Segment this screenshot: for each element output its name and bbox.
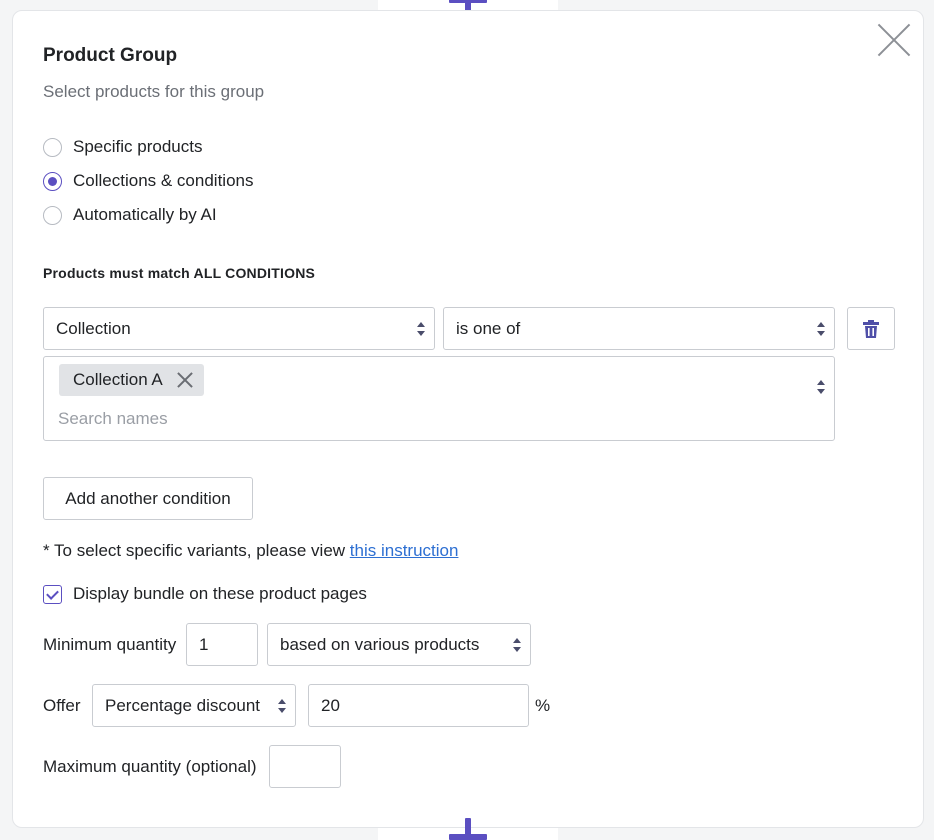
checkbox-checked-icon[interactable]	[43, 584, 62, 604]
radio-icon[interactable]	[43, 137, 62, 157]
dialog-title: Product Group	[43, 45, 178, 66]
quantity-basis-select[interactable]: based on various products	[267, 623, 531, 666]
radio-label: Automatically by AI	[73, 205, 217, 224]
close-icon[interactable]	[875, 21, 913, 59]
variant-note: * To select specific variants, please vi…	[43, 541, 458, 561]
product-group-dialog: Product Group Select products for this g…	[12, 10, 924, 828]
select-arrows-icon	[278, 698, 286, 713]
selected-tag: Collection A	[59, 364, 204, 396]
delete-condition-button[interactable]	[847, 307, 895, 350]
condition-field-value: Collection	[56, 318, 131, 338]
trash-icon	[863, 320, 879, 338]
minimum-quantity-input[interactable]	[186, 623, 258, 666]
offer-type-value: Percentage discount	[105, 695, 260, 715]
offer-unit: %	[535, 696, 551, 715]
offer-label: Offer	[43, 696, 81, 715]
radio-label: Specific products	[73, 137, 203, 156]
add-condition-button[interactable]: Add another condition	[43, 477, 253, 520]
radio-collections-conditions[interactable]: Collections & conditions	[43, 171, 253, 191]
maximum-quantity-label: Maximum quantity (optional)	[43, 757, 257, 776]
select-arrows-icon	[417, 321, 425, 336]
condition-operator-select[interactable]: is one of	[443, 307, 835, 350]
display-bundle-checkbox-row[interactable]: Display bundle on these product pages	[43, 584, 367, 604]
note-text: * To select specific variants, please vi…	[43, 541, 350, 560]
select-arrows-icon	[817, 380, 825, 394]
select-arrows-icon	[817, 321, 825, 336]
dialog-subtitle: Select products for this group	[43, 82, 265, 101]
radio-selected-icon[interactable]	[43, 171, 62, 191]
radio-specific-products[interactable]: Specific products	[43, 137, 202, 157]
offer-type-select[interactable]: Percentage discount	[92, 684, 296, 727]
tag-label: Collection A	[73, 370, 163, 389]
offer-value-input[interactable]	[308, 684, 529, 727]
radio-icon[interactable]	[43, 205, 62, 225]
add-below-icon[interactable]	[449, 818, 487, 840]
collection-multiselect[interactable]: Collection A	[43, 356, 835, 441]
search-names-input[interactable]	[58, 407, 458, 431]
conditions-heading: Products must match ALL CONDITIONS	[43, 265, 316, 281]
select-arrows-icon	[513, 637, 521, 652]
display-bundle-label: Display bundle on these product pages	[73, 584, 367, 603]
condition-field-select[interactable]: Collection	[43, 307, 435, 350]
radio-label: Collections & conditions	[73, 171, 254, 190]
maximum-quantity-input[interactable]	[269, 745, 341, 788]
remove-tag-icon[interactable]	[176, 371, 194, 389]
radio-automatically-ai[interactable]: Automatically by AI	[43, 205, 217, 225]
minimum-quantity-label: Minimum quantity	[43, 635, 177, 654]
condition-operator-value: is one of	[456, 318, 521, 338]
quantity-basis-value: based on various products	[280, 634, 480, 654]
instruction-link[interactable]: this instruction	[350, 541, 459, 560]
